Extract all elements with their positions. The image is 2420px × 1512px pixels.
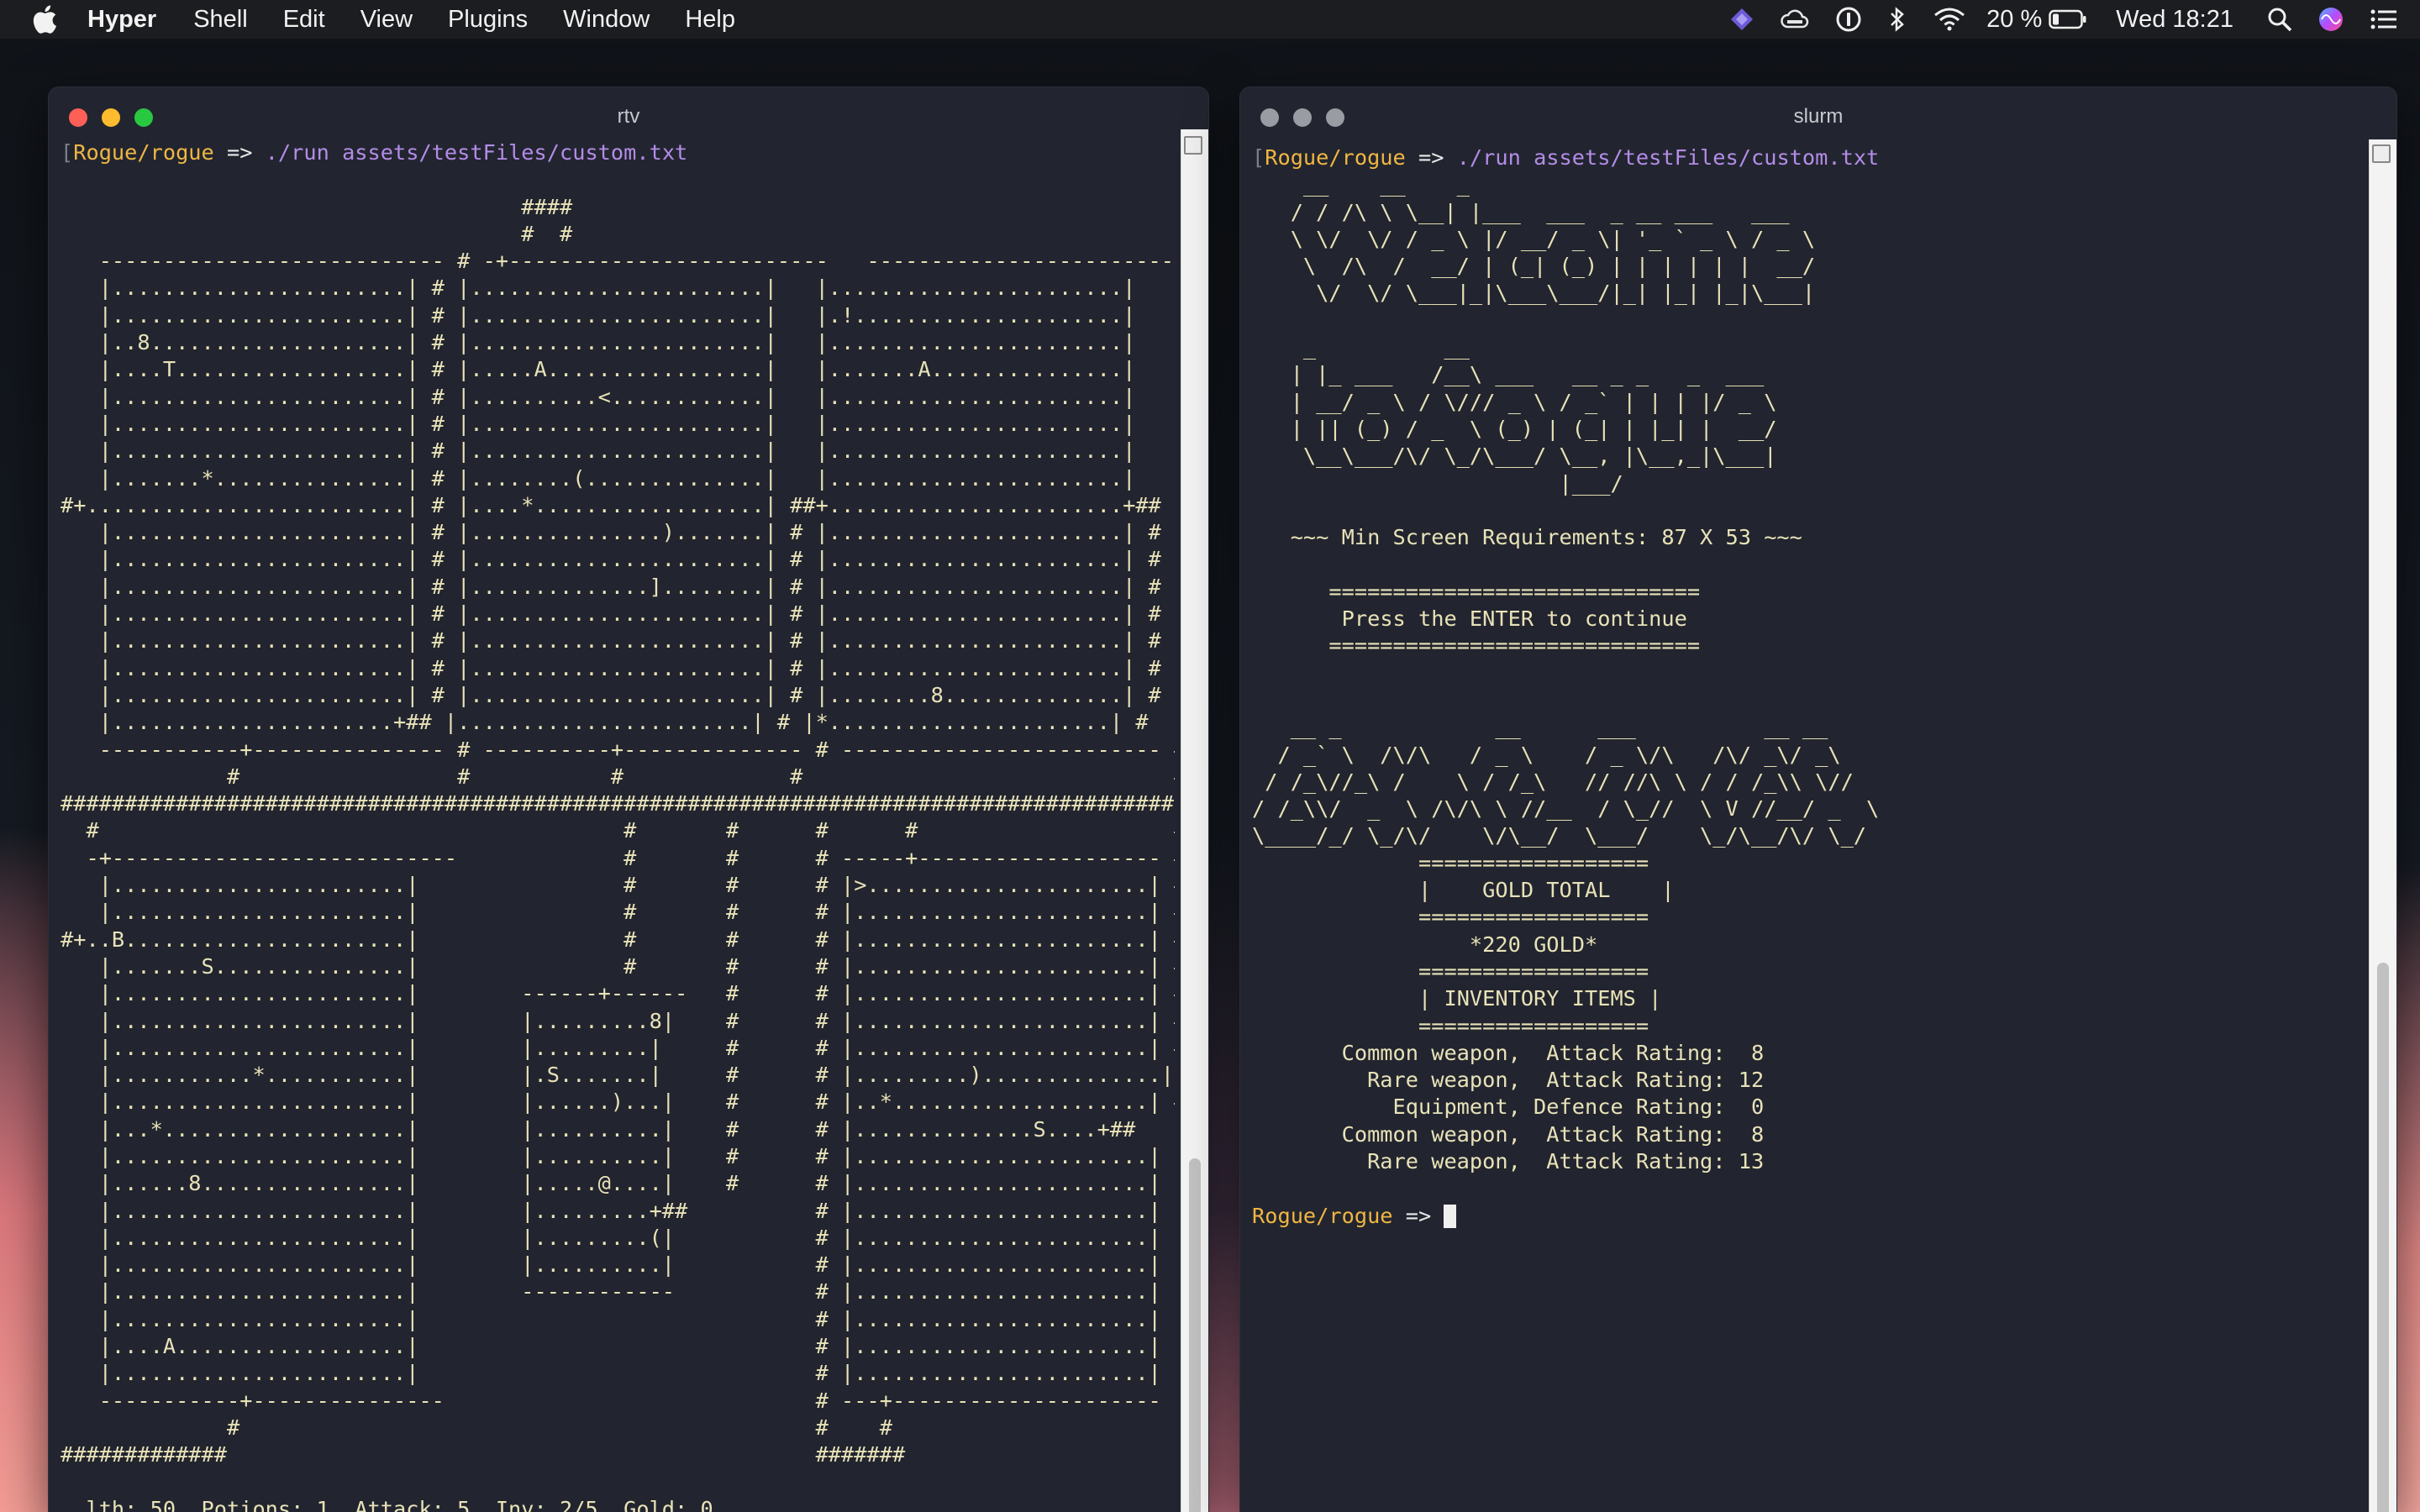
prompt-bracket: [: [1252, 145, 1265, 170]
gold-total-heading: | GOLD TOTAL |: [1418, 878, 1675, 903]
app-icon[interactable]: [1729, 7, 1754, 32]
prompt-arrow: =>: [1392, 1203, 1444, 1228]
siri-icon[interactable]: [2317, 6, 2344, 33]
scrollbar-thumb[interactable]: [2377, 963, 2389, 1512]
text-cursor[interactable]: [1444, 1204, 1457, 1228]
search-icon[interactable]: [2267, 7, 2292, 32]
close-button[interactable]: [1260, 108, 1279, 127]
prompt-path: Rogue/rogue: [1265, 145, 1406, 170]
cloud-icon[interactable]: [1780, 7, 1810, 32]
command-text: ./run assets/testFiles/custom.txt: [1456, 145, 1880, 170]
scrollbar[interactable]: [1181, 129, 1208, 1512]
window-titlebar[interactable]: rtv: [49, 87, 1208, 146]
gold-rule: ==================: [1418, 958, 1649, 984]
scrollbar-thumb[interactable]: [1189, 1158, 1201, 1512]
menu-edit[interactable]: Edit: [283, 6, 325, 34]
inventory-item: Equipment, Defence Rating: 0: [1302, 1095, 1765, 1120]
gold-rule: ==================: [1418, 1013, 1649, 1038]
terminal-output[interactable]: [Rogue/rogue => ./run assets/testFiles/c…: [60, 139, 1175, 1512]
terminal-window-slurm[interactable]: slurm [Rogue/rogue => ./run assets/testF…: [1240, 87, 2396, 1512]
traffic-lights: [69, 108, 153, 127]
press-enter-text: Press the ENTER to continue: [1341, 606, 1687, 632]
inventory-item: Common weapon, Attack Rating: 8: [1302, 1121, 1765, 1147]
inventory-item: Rare weapon, Attack Rating: 12: [1302, 1068, 1765, 1093]
prompt-path: Rogue/rogue: [1252, 1203, 1393, 1228]
inventory-heading: | INVENTORY ITEMS |: [1418, 986, 1662, 1011]
close-button[interactable]: [69, 108, 87, 127]
menu-window[interactable]: Window: [563, 6, 650, 34]
inventory-item: Rare weapon, Attack Rating: 13: [1302, 1148, 1765, 1173]
prompt-bracket: [: [60, 140, 74, 165]
list-icon[interactable]: [2370, 8, 2398, 31]
minimize-button[interactable]: [102, 108, 120, 127]
min-screen-requirements: ~~~ Min Screen Requirements: 87 X 53 ~~~: [1252, 525, 1802, 550]
zoom-button[interactable]: [134, 108, 153, 127]
gold-value: *220 GOLD*: [1469, 932, 1598, 957]
scrollbar[interactable]: [2369, 139, 2396, 1512]
scrollbar-menu-icon[interactable]: [2372, 144, 2391, 163]
game-over-banner: __ _ __ ___ __ __ / _` \ /\/\ / _ \ / _ …: [1252, 715, 1880, 848]
terminal-window-rtv[interactable]: rtv [Rogue/rogue => ./run assets/testFil…: [49, 87, 1208, 1512]
zoom-button[interactable]: [1326, 108, 1344, 127]
scrollbar-menu-icon[interactable]: [1184, 136, 1202, 155]
wifi-icon[interactable]: [1933, 7, 1966, 32]
press-enter-rule-bottom: =============================: [1328, 633, 1701, 659]
window-title: rtv: [617, 105, 640, 128]
menubar-clock[interactable]: Wed 18:21: [2116, 6, 2233, 34]
window-titlebar[interactable]: slurm: [1240, 87, 2396, 146]
menu-help[interactable]: Help: [685, 6, 735, 34]
onepassword-icon[interactable]: [1835, 6, 1862, 33]
welcome-banner: __ __ _ / / /\ \ \__| |___ ___ _ __ ___ …: [1290, 172, 1816, 496]
gold-rule: ==================: [1418, 850, 1649, 875]
prompt-arrow: =>: [1405, 145, 1457, 170]
prompt-path: Rogue/rogue: [73, 140, 214, 165]
inventory-item: Common weapon, Attack Rating: 8: [1302, 1040, 1765, 1065]
player-status-line: lth: 50 Potions: 1 Attack: 5 Inv: 2/5 Go…: [60, 1496, 713, 1512]
dungeon-map: #### # # --------------------------- # -…: [60, 194, 1175, 1467]
window-title: slurm: [1793, 105, 1844, 128]
menu-bar: Hyper Shell Edit View Plugins Window Hel…: [0, 0, 2420, 39]
terminal-output[interactable]: [Rogue/rogue => ./run assets/testFiles/c…: [1252, 144, 2363, 1512]
apple-menu-icon[interactable]: [32, 4, 62, 34]
gold-rule: ==================: [1418, 905, 1649, 930]
minimize-button[interactable]: [1293, 108, 1312, 127]
bluetooth-icon[interactable]: [1887, 6, 1907, 33]
prompt-arrow: =>: [213, 140, 266, 165]
traffic-lights: [1260, 108, 1344, 127]
menu-app-hyper[interactable]: Hyper: [87, 6, 156, 34]
menu-view[interactable]: View: [360, 6, 413, 34]
battery-icon[interactable]: [2049, 8, 2087, 30]
battery-percent: 20 %: [1986, 5, 2043, 33]
menu-plugins[interactable]: Plugins: [448, 6, 528, 34]
menu-shell[interactable]: Shell: [193, 6, 248, 34]
command-text: ./run assets/testFiles/custom.txt: [265, 140, 688, 165]
press-enter-rule-top: =============================: [1328, 579, 1701, 604]
